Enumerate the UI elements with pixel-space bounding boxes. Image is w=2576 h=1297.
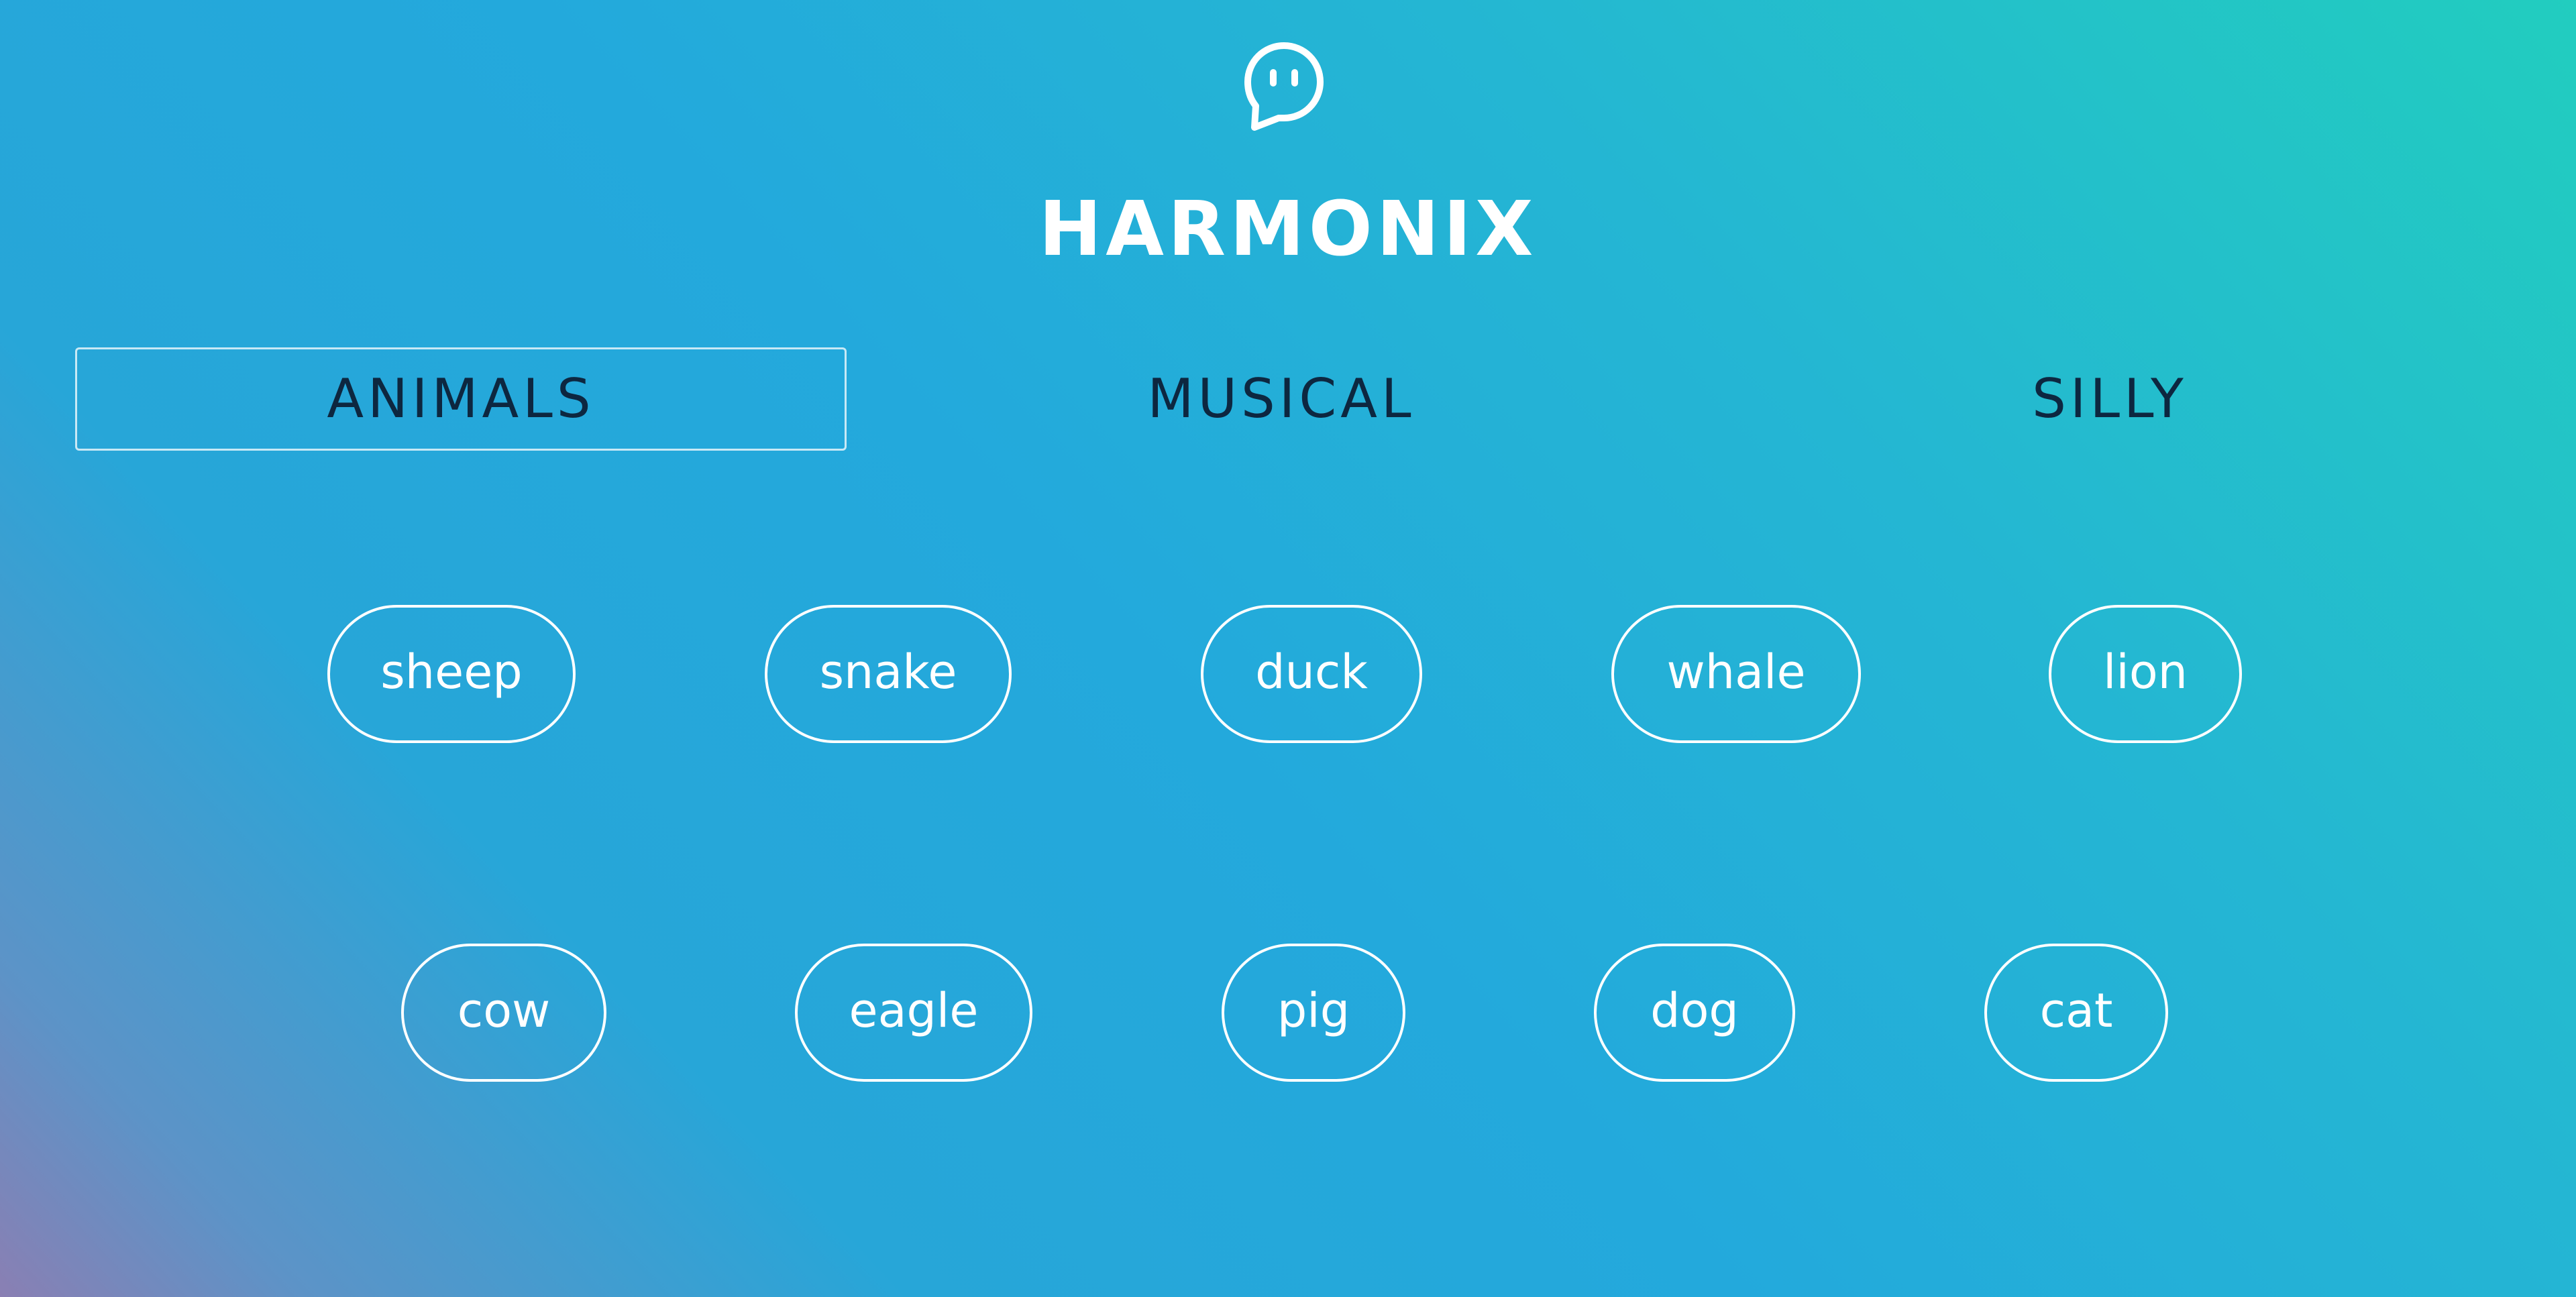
- speech-bubble-face-icon: [1240, 39, 1328, 137]
- sound-label: cat: [2039, 983, 2113, 1038]
- tab-label: MUSICAL: [1147, 368, 1415, 430]
- sound-label: lion: [2102, 644, 2188, 699]
- sound-button-lion[interactable]: lion: [2049, 605, 2242, 743]
- sound-button-duck[interactable]: duck: [1201, 605, 1422, 743]
- sound-label: duck: [1255, 644, 1368, 699]
- sound-label: whale: [1666, 644, 1806, 699]
- sound-button-eagle[interactable]: eagle: [795, 944, 1032, 1082]
- sound-button-sheep[interactable]: sheep: [327, 605, 576, 743]
- sound-label: snake: [819, 644, 957, 699]
- sound-button-cow[interactable]: cow: [401, 944, 606, 1082]
- tab-label: ANIMALS: [327, 368, 595, 430]
- sound-label: dog: [1650, 983, 1739, 1038]
- tab-silly[interactable]: SILLY: [1724, 347, 2496, 451]
- sound-button-snake[interactable]: snake: [765, 605, 1012, 743]
- sound-button-whale[interactable]: whale: [1611, 605, 1861, 743]
- sound-label: cow: [457, 983, 551, 1038]
- sound-label: eagle: [849, 983, 979, 1038]
- tab-animals[interactable]: ANIMALS: [75, 347, 847, 451]
- sound-button-pig[interactable]: pig: [1222, 944, 1405, 1082]
- sound-label: sheep: [380, 644, 523, 699]
- tab-musical[interactable]: MUSICAL: [896, 347, 1667, 451]
- sound-button-dog[interactable]: dog: [1594, 944, 1795, 1082]
- sound-button-cat[interactable]: cat: [1984, 944, 2168, 1082]
- tab-label: SILLY: [2032, 368, 2188, 430]
- app-title: HARMONIX: [1038, 186, 1538, 273]
- sound-label: pig: [1277, 983, 1350, 1038]
